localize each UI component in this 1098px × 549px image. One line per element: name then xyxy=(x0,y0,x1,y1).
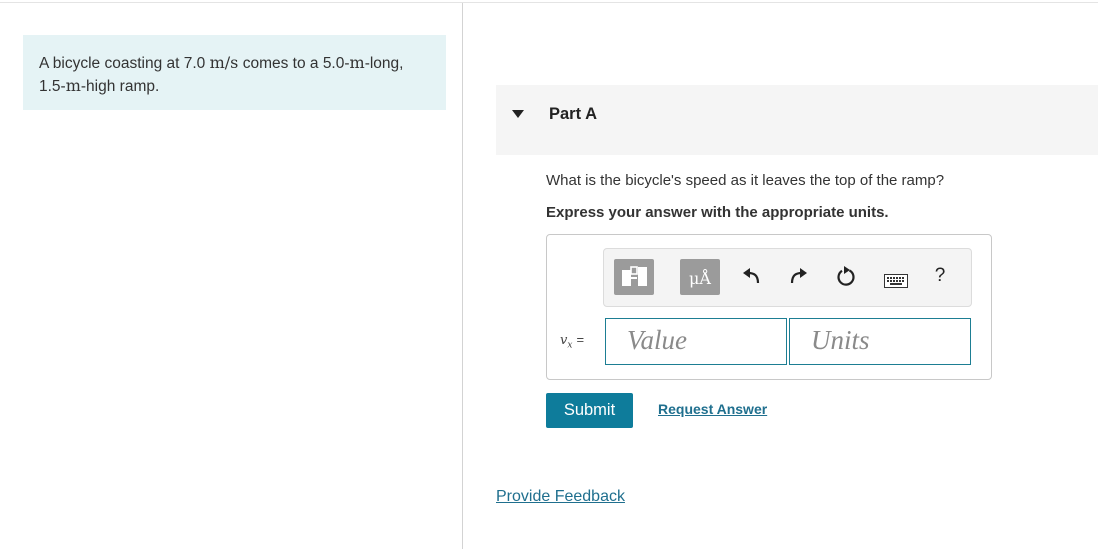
units-icon: μÅ xyxy=(689,269,711,288)
problem-text-1: A bicycle coasting at 7.0 xyxy=(39,55,210,72)
help-icon: ? xyxy=(934,265,946,286)
instruction-text: Express your answer with the appropriate… xyxy=(546,204,889,221)
equals-sign: = xyxy=(576,332,585,347)
undo-icon xyxy=(743,268,760,284)
variable-label: vx = xyxy=(560,332,584,351)
request-answer-link[interactable]: Request Answer xyxy=(658,401,767,417)
height-unit: m xyxy=(65,76,81,95)
templates-icon xyxy=(622,266,647,286)
top-rule xyxy=(0,2,1098,3)
provide-feedback-link[interactable]: Provide Feedback xyxy=(496,488,625,506)
part-a-header[interactable]: Part A xyxy=(496,85,1098,155)
speed-unit: m/s xyxy=(209,53,239,72)
part-title: Part A xyxy=(549,105,597,123)
keyboard-icon xyxy=(884,274,908,288)
templates-button[interactable] xyxy=(614,259,654,295)
problem-text-4: 1.5- xyxy=(39,78,66,95)
problem-text-5: -high ramp. xyxy=(80,78,160,95)
keyboard-button[interactable] xyxy=(884,270,908,294)
variable-subscript: x xyxy=(567,340,573,351)
value-placeholder: Value xyxy=(627,325,687,355)
problem-text-2: comes to a 5.0- xyxy=(238,55,350,72)
units-placeholder: Units xyxy=(811,325,870,355)
panel-divider xyxy=(462,3,463,549)
problem-text-3: -long, xyxy=(364,55,404,72)
math-toolbar: μÅ ? xyxy=(603,248,972,307)
reset-icon xyxy=(837,266,855,286)
units-input[interactable]: Units xyxy=(789,318,971,365)
undo-button[interactable] xyxy=(741,264,763,288)
value-input[interactable]: Value xyxy=(605,318,787,365)
help-button[interactable]: ? xyxy=(929,264,951,288)
length-unit: m xyxy=(349,53,365,72)
collapse-caret-icon[interactable] xyxy=(512,110,524,118)
question-text: What is the bicycle's speed as it leaves… xyxy=(546,172,945,189)
answer-box: μÅ ? vx = Value Units xyxy=(546,234,992,380)
units-button[interactable]: μÅ xyxy=(680,259,720,295)
reset-button[interactable] xyxy=(835,264,857,288)
submit-button[interactable]: Submit xyxy=(546,393,633,428)
redo-icon xyxy=(790,268,807,284)
redo-button[interactable] xyxy=(787,264,809,288)
problem-statement: A bicycle coasting at 7.0 m/s comes to a… xyxy=(23,35,446,110)
